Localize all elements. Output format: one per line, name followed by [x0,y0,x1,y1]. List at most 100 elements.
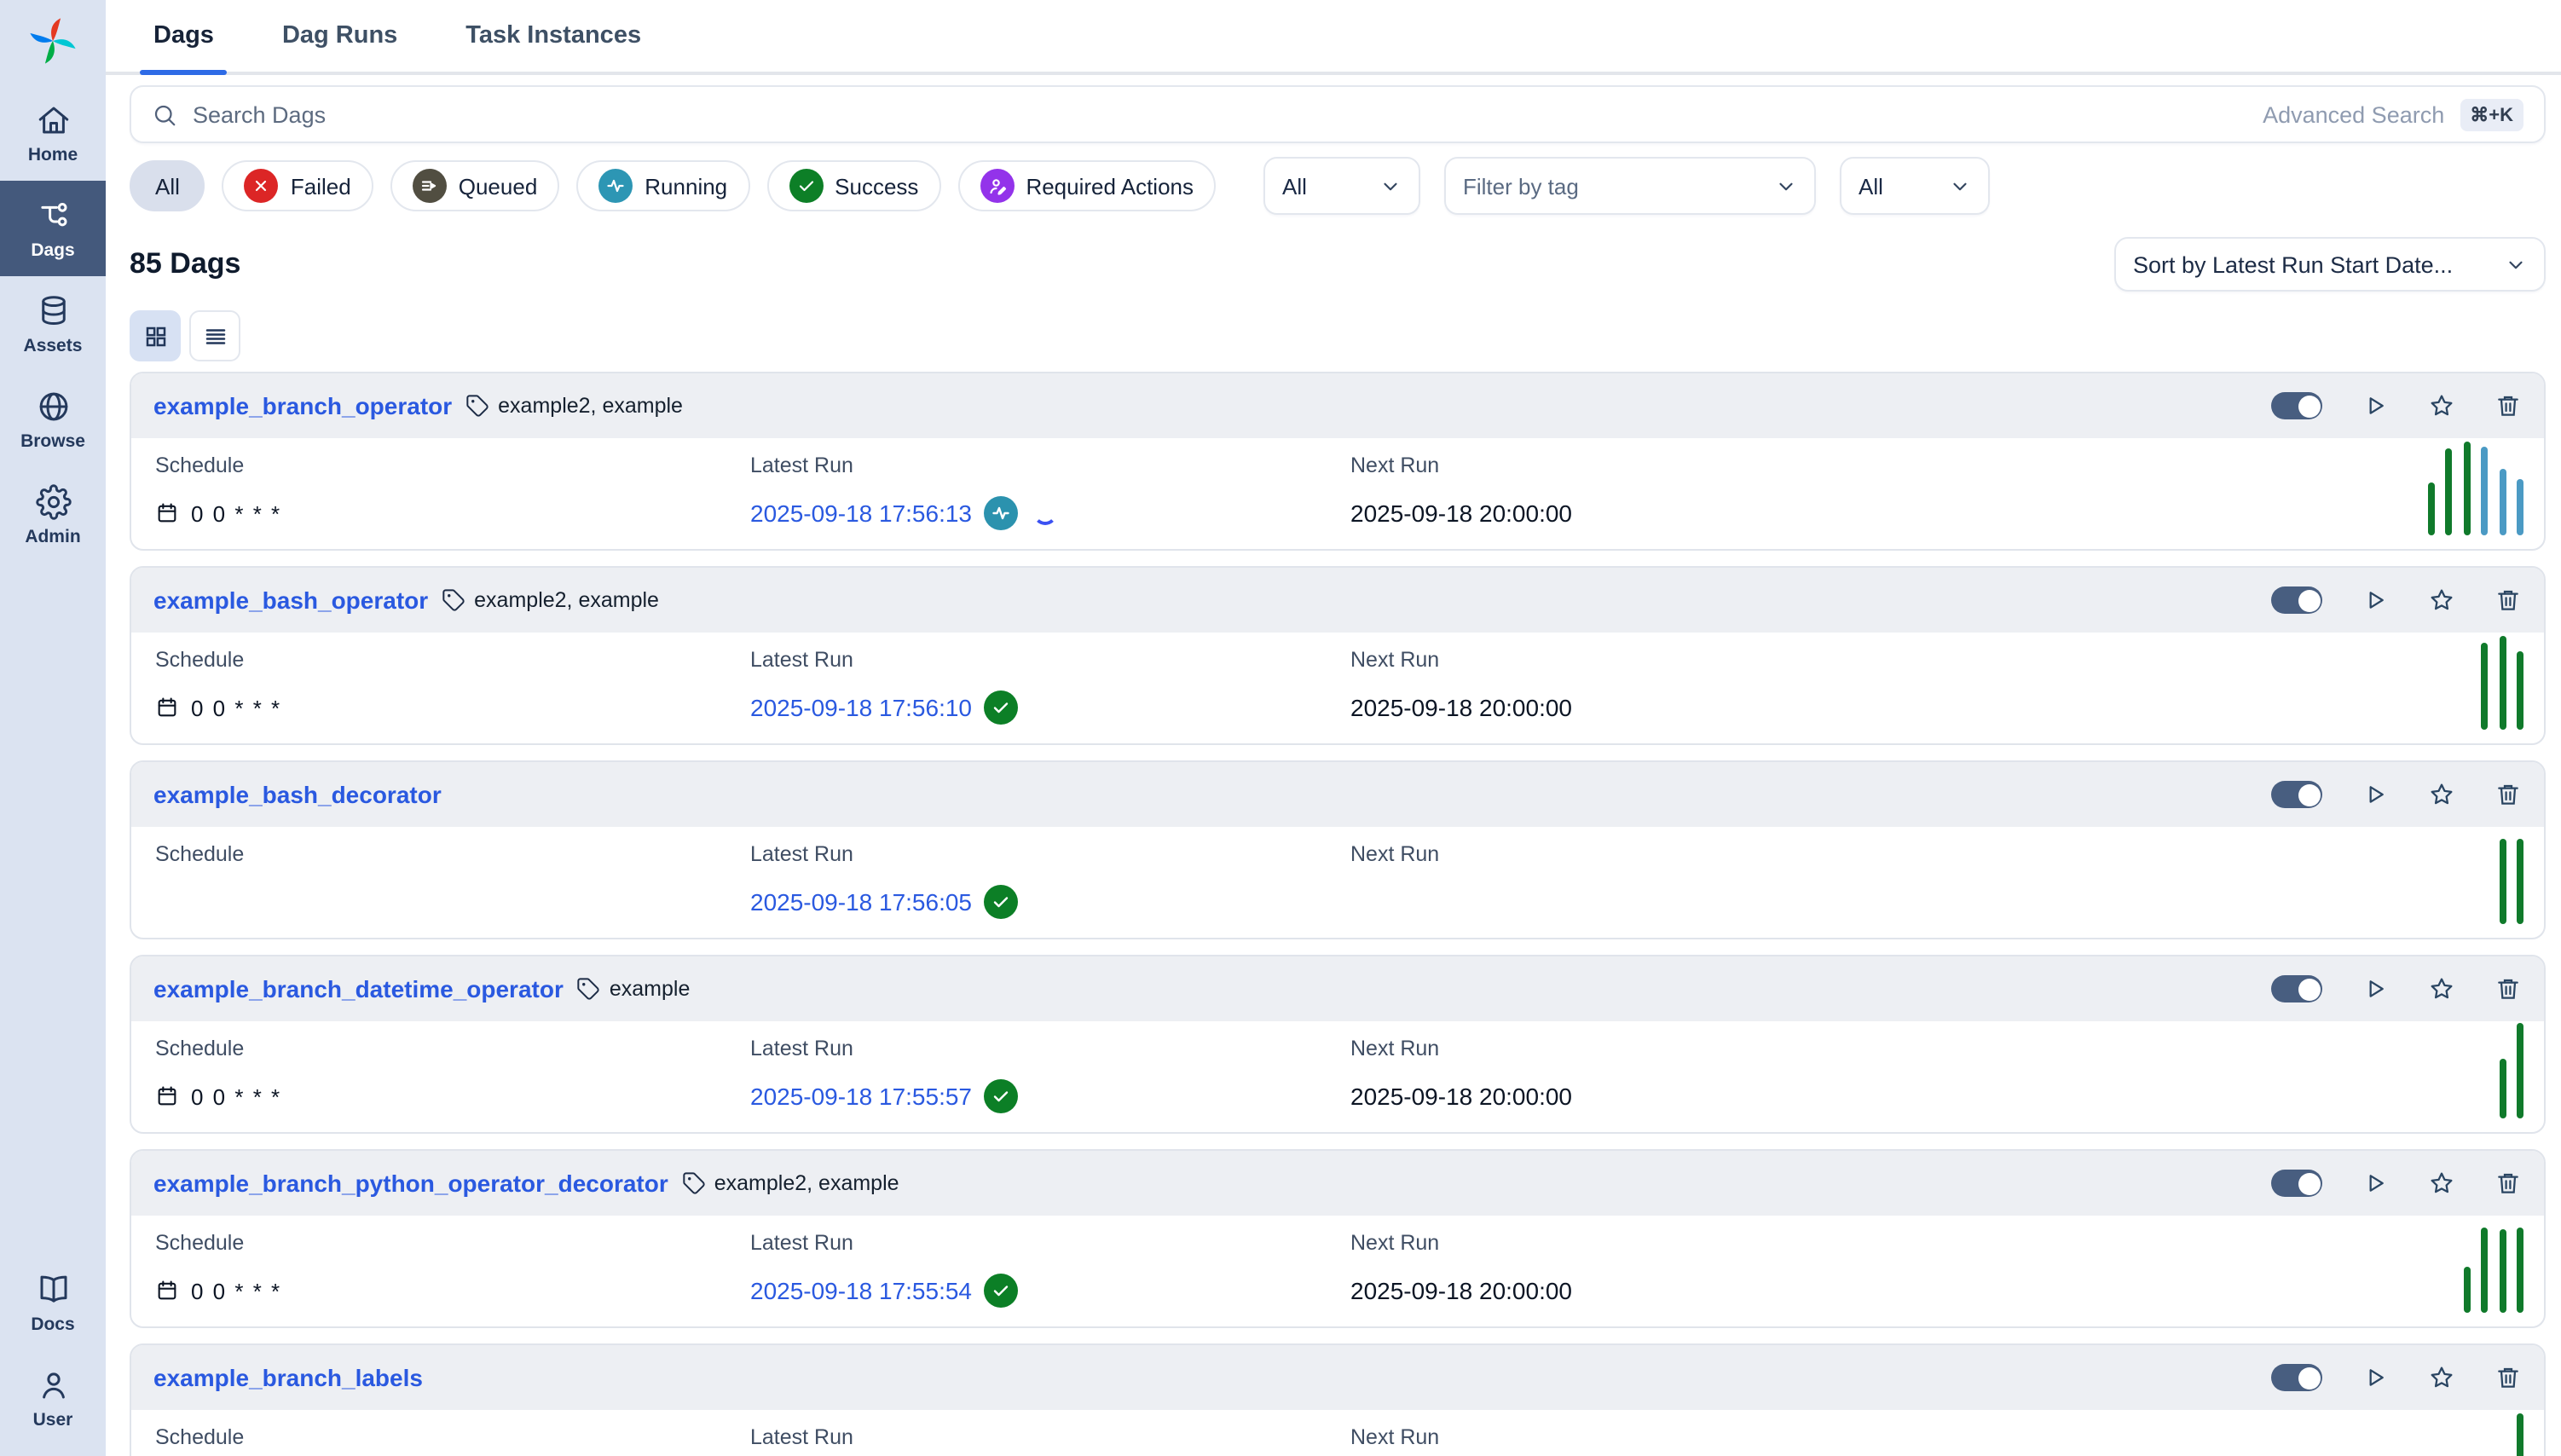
trigger-run-icon[interactable] [2362,586,2389,614]
tag-filter-select[interactable]: Filter by tag [1444,157,1816,215]
dag-name-link[interactable]: example_branch_datetime_operator [153,975,564,1002]
delete-trash-icon[interactable] [2495,586,2522,614]
run-bar[interactable] [2517,651,2523,730]
run-bar[interactable] [2445,448,2452,535]
dag-name-link[interactable]: example_branch_labels [153,1364,423,1391]
schedule-label: Schedule [155,1231,750,1255]
tab-dag-runs[interactable]: Dag Runs [269,22,411,72]
sidebar-item-docs[interactable]: Docs [0,1255,106,1350]
filter-chip-success[interactable]: Success [766,160,940,211]
dag-pause-toggle[interactable] [2271,781,2322,808]
run-history-chart [2499,1023,2523,1118]
delete-trash-icon[interactable] [2495,392,2522,419]
dag-card-body: Schedule 0 0 * * * Latest Run 2025-09-18… [131,1216,2544,1308]
dag-pause-toggle[interactable] [2271,975,2322,1002]
sort-select-value: Sort by Latest Run Start Date... [2133,251,2453,277]
dag-count: 85 Dags [130,247,240,281]
filter-chip-queued[interactable]: Queued [390,160,560,211]
delete-trash-icon[interactable] [2495,1170,2522,1197]
pulse-icon [991,503,1011,523]
run-bar[interactable] [2517,1023,2523,1118]
filter-chip-running[interactable]: Running [576,160,749,211]
dag-name-link[interactable]: example_branch_python_operator_decorator [153,1170,668,1197]
favorite-star-icon[interactable] [2428,392,2455,419]
advanced-search-link[interactable]: Advanced Search [2263,101,2444,127]
latest-run-link[interactable]: 2025-09-18 17:56:05 [750,888,972,916]
tab-dags[interactable]: Dags [140,22,228,72]
filter-row: All Failed Queued Running Success Required Ac… [130,157,2546,215]
sidebar-item-dags[interactable]: Dags [0,181,106,276]
card-view-button[interactable] [130,310,181,361]
trigger-run-icon[interactable] [2362,781,2389,808]
dag-card-body: Schedule Latest Run 2025-09-18 17:56:05 … [131,827,2544,919]
pulse-status-icon [598,169,633,203]
run-bar[interactable] [2499,469,2506,535]
schedule-cron: 0 0 * * * [191,1083,281,1109]
delete-trash-icon[interactable] [2495,975,2522,1002]
tab-task-instances[interactable]: Task Instances [452,22,655,72]
chevron-down-icon [1775,175,1797,197]
run-bar[interactable] [2463,1267,2470,1313]
favorite-star-icon[interactable] [2428,586,2455,614]
run-bar[interactable] [2499,839,2506,924]
search-input[interactable] [193,101,2247,127]
favorite-star-icon[interactable] [2428,975,2455,1002]
sidebar-item-home[interactable]: Home [0,85,106,181]
filter-chip-all[interactable]: All [130,160,205,211]
filter-chip-required-actions[interactable]: Required Actions [957,160,1216,211]
favorite-filter-select[interactable]: All [1840,157,1990,215]
run-bar[interactable] [2481,643,2488,730]
trigger-run-icon[interactable] [2362,975,2389,1002]
latest-run-value: 2025-09-18 17:56:05 [750,885,1350,919]
run-bar[interactable] [2499,1059,2506,1118]
delete-trash-icon[interactable] [2495,781,2522,808]
docs-icon [35,1272,71,1308]
delete-trash-icon[interactable] [2495,1364,2522,1391]
run-bar[interactable] [2499,1229,2506,1313]
dag-name-link[interactable]: example_bash_decorator [153,781,442,808]
dag-pause-toggle[interactable] [2271,1170,2322,1197]
run-bar[interactable] [2517,839,2523,924]
run-bar[interactable] [2463,442,2470,535]
latest-run-link[interactable]: 2025-09-18 17:56:10 [750,694,972,721]
run-bar[interactable] [2517,479,2523,535]
run-bar[interactable] [2481,1228,2488,1313]
trigger-run-icon[interactable] [2362,1364,2389,1391]
table-view-button[interactable] [189,310,240,361]
filter-chip-failed[interactable]: Failed [223,160,373,211]
run-bar[interactable] [2517,1413,2523,1456]
schedule-value: 0 0 * * * [155,496,750,530]
sort-select[interactable]: Sort by Latest Run Start Date... [2114,237,2546,292]
content: Advanced Search ⌘+K All Failed Queued Runni… [106,75,2561,1456]
latest-run-value: 2025-09-18 17:56:13 [750,496,1350,530]
shortcut-badge: ⌘+K [2460,98,2523,130]
run-bar[interactable] [2499,636,2506,730]
favorite-star-icon[interactable] [2428,1364,2455,1391]
latest-run-link[interactable]: 2025-09-18 17:56:13 [750,500,972,527]
run-history-chart [2517,1413,2523,1456]
run-bar[interactable] [2427,482,2434,535]
dag-tags: example2, example [682,1171,899,1195]
dag-pause-toggle[interactable] [2271,1364,2322,1391]
dag-tags: example [577,977,691,1001]
sidebar-item-browse[interactable]: Browse [0,372,106,467]
sidebar-item-admin[interactable]: Admin [0,467,106,563]
favorite-star-icon[interactable] [2428,781,2455,808]
dag-pause-toggle[interactable] [2271,392,2322,419]
next-run-column: Next Run 2025-09-18 20:00:00 [1350,648,2520,725]
state-filter-select[interactable]: All [1263,157,1420,215]
run-bar[interactable] [2481,447,2488,535]
latest-run-link[interactable]: 2025-09-18 17:55:57 [750,1083,972,1110]
dag-pause-toggle[interactable] [2271,586,2322,614]
trigger-run-icon[interactable] [2362,392,2389,419]
dag-name-link[interactable]: example_bash_operator [153,586,428,614]
sidebar-item-assets[interactable]: Assets [0,276,106,372]
dag-name-link[interactable]: example_branch_operator [153,392,452,419]
favorite-star-icon[interactable] [2428,1170,2455,1197]
latest-run-link[interactable]: 2025-09-18 17:55:54 [750,1277,972,1304]
airflow-logo[interactable] [0,0,106,85]
run-bar[interactable] [2517,1228,2523,1313]
sidebar-item-user[interactable]: User [0,1350,106,1446]
trigger-run-icon[interactable] [2362,1170,2389,1197]
dag-controls [2271,586,2522,614]
